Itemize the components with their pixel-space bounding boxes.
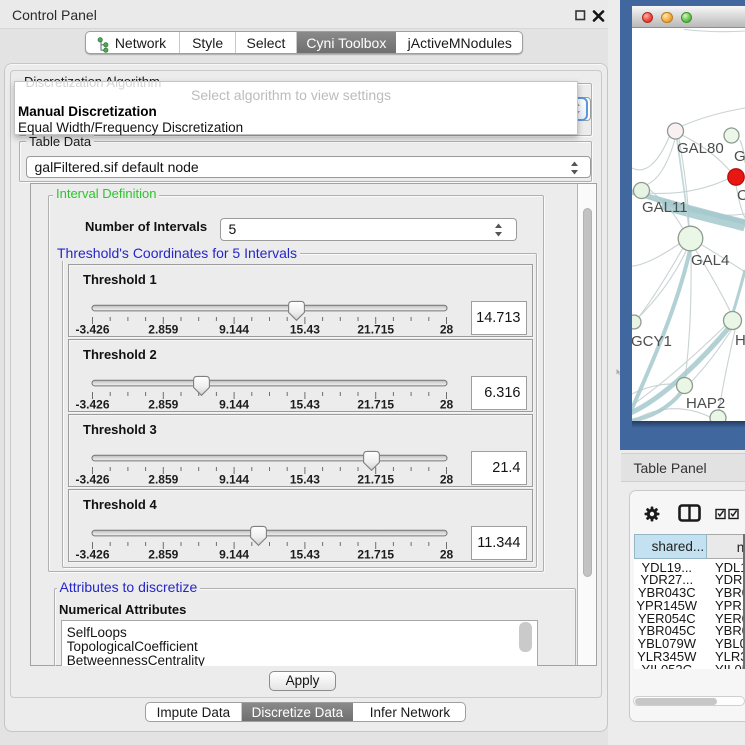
svg-text:15.43: 15.43	[289, 323, 319, 337]
svg-text:GAL4: GAL4	[691, 252, 729, 269]
svg-text:2.859: 2.859	[148, 473, 178, 487]
svg-text:15.43: 15.43	[289, 398, 319, 412]
svg-text:GAL80: GAL80	[677, 140, 724, 157]
svg-text:-3.426: -3.426	[75, 473, 109, 487]
svg-text:21.715: 21.715	[357, 398, 394, 412]
svg-text:15.43: 15.43	[289, 548, 319, 562]
svg-text:9.144: 9.144	[219, 323, 249, 337]
svg-text:2.859: 2.859	[148, 398, 178, 412]
svg-text:-3.426: -3.426	[75, 323, 109, 337]
svg-text:28: 28	[439, 323, 453, 337]
svg-text:2.859: 2.859	[148, 323, 178, 337]
svg-text:GCY1: GCY1	[632, 333, 672, 350]
svg-text:21.715: 21.715	[357, 323, 394, 337]
svg-text:28: 28	[439, 473, 453, 487]
svg-text:GAL11: GAL11	[642, 199, 688, 216]
svg-text:15.43: 15.43	[289, 473, 319, 487]
svg-text:21.715: 21.715	[357, 548, 394, 562]
svg-text:9.144: 9.144	[219, 473, 249, 487]
svg-text:HAP2: HAP2	[686, 395, 725, 412]
svg-text:21.715: 21.715	[357, 473, 394, 487]
svg-text:28: 28	[439, 548, 453, 562]
svg-text:28: 28	[439, 398, 453, 412]
svg-text:9.144: 9.144	[219, 398, 249, 412]
svg-text:C: C	[737, 187, 745, 204]
svg-text:9.144: 9.144	[219, 548, 249, 562]
svg-text:-3.426: -3.426	[75, 548, 109, 562]
svg-text:2.859: 2.859	[148, 548, 178, 562]
svg-text:H: H	[735, 332, 745, 349]
svg-text:-3.426: -3.426	[75, 398, 109, 412]
svg-text:GA: GA	[734, 148, 745, 165]
